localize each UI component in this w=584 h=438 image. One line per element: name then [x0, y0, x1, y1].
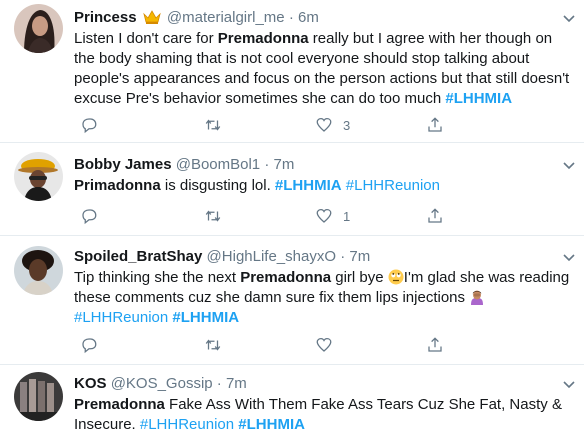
share-button[interactable] [426, 115, 444, 135]
caret-down-icon[interactable] [560, 156, 578, 174]
reply-button[interactable] [80, 206, 98, 226]
tweet-header: Spoiled_BratShay @HighLife_shayxO · 7m [74, 247, 554, 267]
tweet-text-segment: is disgusting lol. [160, 177, 275, 194]
avatar[interactable] [14, 246, 63, 295]
tweet-header: Princess @materialgirl_me · 6m [74, 8, 554, 28]
tweet-text-segment: Listen I don't care for [74, 30, 218, 47]
reply-icon [82, 209, 97, 225]
avatar[interactable] [14, 152, 63, 201]
separator-dot: · [216, 375, 222, 392]
like-button[interactable] [315, 335, 333, 355]
tweet-text: Primadonna is disgusting lol. #LHHMIA #L… [74, 176, 574, 196]
hashtag-link[interactable]: #LHHMIA [275, 177, 342, 194]
caret-down-icon[interactable] [560, 9, 578, 27]
user-handle[interactable]: @KOS_Gossip [111, 375, 213, 392]
tweet-text: Premadonna Fake Ass With Them Fake Ass T… [74, 395, 574, 435]
tweet-timestamp[interactable]: 7m [226, 375, 247, 392]
display-name[interactable]: KOS [74, 375, 107, 392]
hashtag-link[interactable]: #LHHReunion [140, 416, 234, 433]
separator-dot: · [340, 248, 346, 265]
share-button[interactable] [426, 335, 444, 355]
separator-dot: · [288, 9, 294, 26]
reply-button[interactable] [80, 115, 98, 135]
user-handle[interactable]: @HighLife_shayxO [207, 248, 336, 265]
woman-facepalming-icon [469, 289, 485, 305]
tweet-header: KOS @KOS_Gossip · 7m [74, 374, 554, 394]
tweet-header: Bobby James @BoomBol1 · 7m [74, 155, 554, 175]
share-icon [428, 117, 442, 132]
reply-button[interactable] [80, 335, 98, 355]
face-with-rolling-eyes-icon [388, 269, 404, 285]
retweet-button[interactable] [204, 335, 222, 355]
highlighted-keyword: Premadonna [217, 30, 309, 47]
caret-down-icon[interactable] [560, 248, 578, 266]
tweet-text: Tip thinking she the next Premadonna gir… [74, 268, 574, 328]
like-button[interactable]: 3 [315, 115, 350, 135]
retweet-icon [205, 339, 221, 351]
hashtag-link[interactable]: #LHHMIA [445, 90, 512, 107]
share-icon [428, 337, 442, 352]
highlighted-keyword: Premadonna [74, 396, 165, 413]
tweet-text-segment: Tip thinking she the next [74, 269, 241, 286]
highlighted-keyword: Premadonna [240, 269, 332, 286]
tweet-timestamp[interactable]: 7m [349, 248, 370, 265]
crown-icon [142, 10, 161, 24]
share-button[interactable] [426, 206, 444, 226]
hashtag-link[interactable]: #LHHReunion [346, 177, 440, 194]
like-icon [316, 208, 332, 223]
tweet-card[interactable]: Spoiled_BratShay @HighLife_shayxO · 7m T… [0, 236, 584, 365]
share-icon [428, 208, 442, 223]
like-icon [316, 117, 332, 132]
like-count: 3 [343, 117, 351, 133]
retweet-button[interactable] [204, 206, 222, 226]
display-name[interactable]: Spoiled_BratShay [74, 248, 202, 265]
retweet-button[interactable] [204, 115, 222, 135]
retweet-icon [205, 119, 221, 131]
caret-down-icon[interactable] [560, 375, 578, 393]
tweet-card[interactable]: Bobby James @BoomBol1 · 7m Primadonna is… [0, 143, 584, 236]
tweet-card[interactable]: KOS @KOS_Gossip · 7m Premadonna Fake Ass… [0, 365, 584, 438]
tweet-timestamp[interactable]: 6m [298, 9, 319, 26]
like-count: 1 [343, 208, 351, 224]
user-handle[interactable]: @materialgirl_me [167, 9, 285, 26]
tweet-timestamp[interactable]: 7m [274, 156, 295, 173]
tweet-actions [74, 335, 574, 355]
display-name[interactable]: Princess [74, 9, 137, 26]
avatar[interactable] [14, 372, 63, 421]
separator-dot: · [264, 156, 270, 173]
hashtag-link[interactable]: #LHHMIA [172, 309, 239, 326]
tweet-text: Listen I don't care for Premadonna reall… [74, 29, 574, 109]
reply-icon [82, 118, 97, 134]
user-handle[interactable]: @BoomBol1 [176, 156, 260, 173]
like-icon [316, 337, 332, 352]
tweet-actions: 3 [74, 115, 574, 135]
highlighted-keyword: Primadonna [74, 177, 161, 194]
hashtag-link[interactable]: #LHHMIA [238, 416, 305, 433]
tweet-card[interactable]: Princess @materialgirl_me · 6m Listen I … [0, 0, 584, 143]
avatar[interactable] [14, 4, 63, 53]
reply-icon [82, 338, 97, 354]
retweet-icon [205, 210, 221, 222]
like-button[interactable]: 1 [315, 206, 350, 226]
timeline-feed: Princess @materialgirl_me · 6m Listen I … [0, 0, 584, 438]
tweet-actions: 1 [74, 206, 574, 226]
display-name[interactable]: Bobby James [74, 156, 172, 173]
tweet-text-segment: girl bye [331, 269, 388, 286]
hashtag-link[interactable]: #LHHReunion [74, 309, 168, 326]
